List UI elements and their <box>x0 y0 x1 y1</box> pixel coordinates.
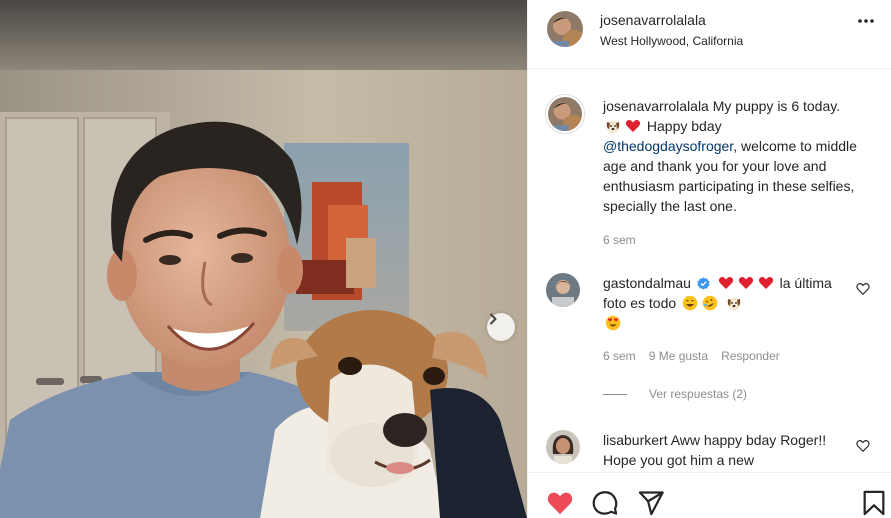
replies-divider <box>603 393 627 395</box>
caption-username[interactable]: josenavarrolalala <box>603 98 709 114</box>
red-heart-emoji-icon <box>758 277 773 289</box>
caption-meta: 6 sem <box>603 233 636 247</box>
commenter-avatar[interactable] <box>546 430 580 464</box>
post-location[interactable]: West Hollywood, California <box>600 34 743 48</box>
post-header: josenavarrolalala West Hollywood, Califo… <box>528 0 891 69</box>
caption-text: josenavarrolalala My puppy is 6 today. H… <box>603 96 858 216</box>
commenter-username[interactable]: gastondalmau <box>603 275 691 291</box>
comment-likes[interactable]: 9 Me gusta <box>649 349 708 363</box>
comment-like-heart-icon[interactable] <box>856 439 870 453</box>
comment-text: gastondalmau la última foto es todo <box>603 273 858 333</box>
red-heart-emoji-icon <box>738 277 753 289</box>
post-side-panel: josenavarrolalala West Hollywood, Califo… <box>527 0 891 518</box>
ellipsis-icon[interactable] <box>857 18 875 24</box>
comment-text: lisaburkert Aww happy bday Roger!! Hope … <box>603 430 858 470</box>
comment-like-heart-icon[interactable] <box>856 282 870 296</box>
view-replies-label[interactable]: Ver respuestas (2) <box>649 387 747 401</box>
author-username[interactable]: josenavarrolalala <box>600 12 706 28</box>
verified-badge-icon <box>697 277 710 290</box>
caption-text-1: My puppy is 6 today. <box>712 98 841 114</box>
dog-face-emoji-icon <box>606 120 620 134</box>
view-replies-button[interactable]: Ver respuestas (2) <box>603 387 747 401</box>
dog-face-emoji-icon <box>727 297 741 311</box>
reply-button[interactable]: Responder <box>721 349 780 363</box>
caption-avatar[interactable] <box>546 95 584 133</box>
action-bar <box>528 472 891 518</box>
rolling-laughing-emoji-icon <box>702 295 718 311</box>
post-photo[interactable] <box>0 0 527 518</box>
photo-illustration <box>0 0 527 518</box>
comment-text-1: la <box>779 275 791 291</box>
heart-eyes-emoji-icon <box>605 315 621 331</box>
paper-plane-icon[interactable] <box>637 489 665 517</box>
bookmark-icon[interactable] <box>860 489 888 517</box>
commenter-avatar[interactable] <box>546 273 580 307</box>
caption-mention[interactable]: @thedogdaysofroger <box>603 138 733 154</box>
author-avatar[interactable] <box>547 11 583 47</box>
caption-time[interactable]: 6 sem <box>603 233 636 247</box>
red-heart-emoji-icon <box>718 277 733 289</box>
caption-text-2: Happy bday <box>646 118 722 134</box>
comments-list[interactable]: josenavarrolalala My puppy is 6 today. H… <box>528 70 891 472</box>
comment-meta: 6 sem 9 Me gusta Responder <box>603 349 780 363</box>
next-photo-button[interactable] <box>487 313 515 341</box>
instagram-post: josenavarrolalala West Hollywood, Califo… <box>0 0 891 518</box>
grinning-sweat-emoji-icon <box>682 295 698 311</box>
red-heart-emoji-icon <box>625 120 641 132</box>
commenter-username[interactable]: lisaburkert <box>603 432 668 448</box>
comment-time[interactable]: 6 sem <box>603 349 636 363</box>
comment-bubble-icon[interactable] <box>591 489 619 517</box>
heart-filled-icon[interactable] <box>546 489 574 517</box>
chevron-right-icon <box>490 313 497 325</box>
